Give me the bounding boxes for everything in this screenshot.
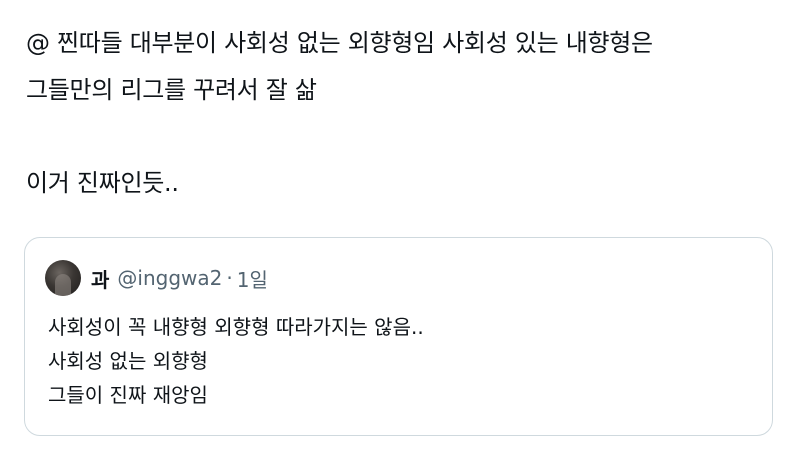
- timestamp[interactable]: 1일: [237, 264, 268, 293]
- quoted-tweet-card[interactable]: 과 @inggwa2 · 1일 사회성이 꼭 내향형 외향형 따라가지는 않음.…: [24, 237, 773, 436]
- user-handle[interactable]: @inggwa2: [117, 266, 222, 290]
- quoted-tweet-header: 과 @inggwa2 · 1일: [45, 260, 268, 296]
- quoted-tweet-line: 사회성이 꼭 내향형 외향형 따라가지는 않음..: [48, 315, 424, 339]
- quoted-tweet-line: 사회성 없는 외향형: [48, 349, 208, 373]
- separator-dot: ·: [226, 266, 233, 290]
- tweet-text-line: 그들만의 리그를 꾸려서 잘 삶: [26, 76, 317, 104]
- quoted-tweet-line: 그들이 진짜 재앙임: [48, 383, 208, 407]
- tweet-text: @ 찐따들 대부분이 사회성 없는 외향형임 사회성 있는 내향형은 그들만의 …: [26, 20, 786, 207]
- quoted-tweet-text: 사회성이 꼭 내향형 외향형 따라가지는 않음.. 사회성 없는 외향형 그들이…: [48, 310, 748, 412]
- tweet-text-line: 이거 진짜인듯..: [26, 169, 179, 197]
- tweet-text-line: @ 찐따들 대부분이 사회성 없는 외향형임 사회성 있는 내향형은: [26, 29, 653, 57]
- avatar[interactable]: [45, 260, 81, 296]
- display-name[interactable]: 과: [91, 264, 109, 293]
